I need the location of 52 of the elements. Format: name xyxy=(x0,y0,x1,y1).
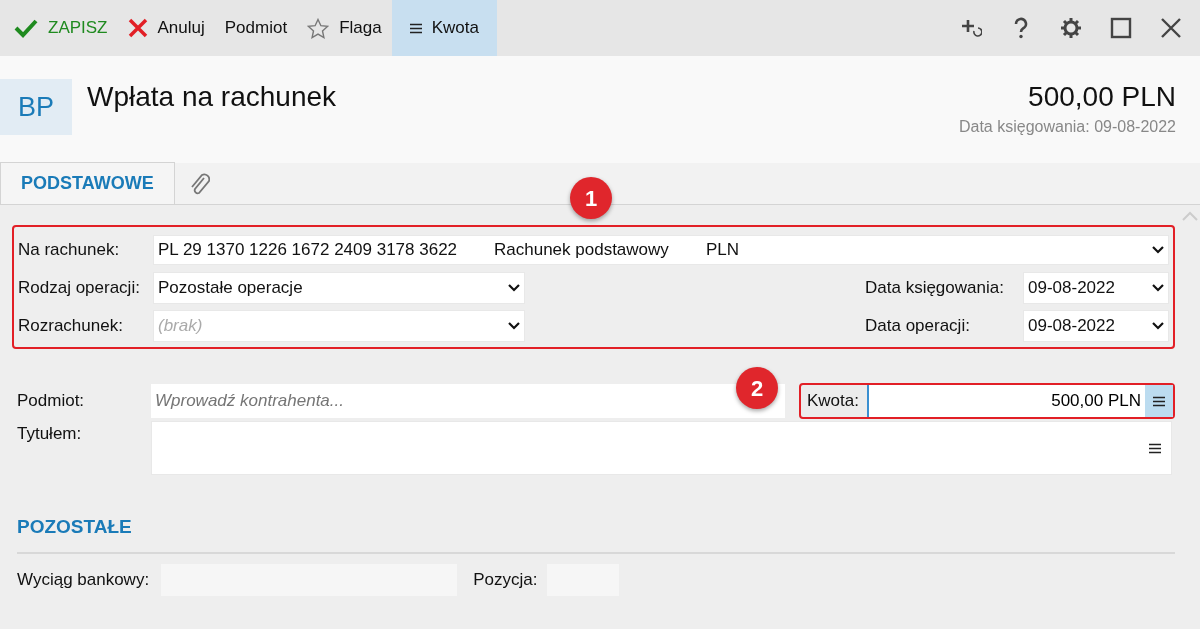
section-heading: POZOSTAŁE xyxy=(17,515,133,539)
add-refresh-icon[interactable] xyxy=(960,18,982,38)
field-value: 09-08-2022 xyxy=(1028,315,1115,338)
close-icon[interactable] xyxy=(1160,17,1182,39)
account-currency: PLN xyxy=(706,239,741,262)
field-label: Na rachunek: xyxy=(18,239,121,262)
field-label: Kwota: xyxy=(807,390,859,413)
menu-icon xyxy=(409,22,422,34)
posting-date-text: Data księgowania: 09-08-2022 xyxy=(958,117,1176,137)
chevron-down-icon xyxy=(1152,322,1164,330)
settings-icon[interactable] xyxy=(1060,17,1082,39)
toolbar-button[interactable]: Flaga xyxy=(297,0,392,56)
field-label: Rodzaj operacji: xyxy=(18,277,141,300)
account-select[interactable]: PL 29 1370 1226 1672 2409 3178 3622 Rachunek podstawowy PLN xyxy=(153,235,1169,265)
toolbar-button[interactable]: Podmiot xyxy=(214,0,298,56)
checkmark-icon xyxy=(14,18,38,38)
field-label: Podmiot: xyxy=(17,390,86,413)
menu-icon xyxy=(1153,395,1165,407)
annotation-marker: 2 xyxy=(736,367,778,409)
document-title: Wpłata na rachunek xyxy=(87,80,337,114)
field-value: Pozostałe operacje xyxy=(158,277,303,300)
close-icon xyxy=(127,18,148,38)
field-label: Data operacji: xyxy=(865,315,971,338)
dropdown-field[interactable]: Pozostałe operacje xyxy=(153,272,525,304)
date-field[interactable]: 09-08-2022 xyxy=(1023,310,1169,342)
toolbar-button[interactable]: Anuluj xyxy=(117,0,215,56)
toolbar-button[interactable]: ZAPISZ xyxy=(4,0,118,56)
amount-menu-button[interactable] xyxy=(1145,385,1173,417)
field-value: 09-08-2022 xyxy=(1028,277,1115,300)
placeholder-text: (brak) xyxy=(158,315,203,338)
chevron-down-icon xyxy=(1152,284,1164,292)
menu-icon xyxy=(1149,442,1161,454)
amount-input[interactable]: 500,00 PLN xyxy=(867,385,1145,417)
chevron-down-icon xyxy=(508,284,520,292)
total-amount: 500,00 PLN xyxy=(1027,80,1176,114)
field-label: Data księgowania: xyxy=(865,277,1005,300)
toolbar-button[interactable]: Kwota xyxy=(391,0,497,56)
account-number: PL 29 1370 1226 1672 2409 3178 3622 xyxy=(158,239,459,262)
chevron-down-icon xyxy=(1152,246,1164,254)
star-icon xyxy=(307,17,330,39)
field-label: Pozycja: xyxy=(473,568,538,591)
account-name: Rachunek podstawowy xyxy=(494,239,670,262)
chevron-down-icon xyxy=(508,322,520,330)
field-label: Tytułem: xyxy=(17,423,83,445)
field-label: Rozrachunek: xyxy=(18,315,124,338)
tab[interactable]: PODSTAWOWE xyxy=(0,162,175,204)
date-field[interactable]: 09-08-2022 xyxy=(1023,272,1169,304)
annotation-marker: 1 xyxy=(570,177,612,219)
amount-field[interactable]: Kwota: 500,00 PLN xyxy=(799,383,1175,419)
document-type-badge: BP xyxy=(0,79,72,135)
maximize-icon[interactable] xyxy=(1110,17,1132,39)
field-label: Wyciąg bankowy: xyxy=(17,568,150,591)
